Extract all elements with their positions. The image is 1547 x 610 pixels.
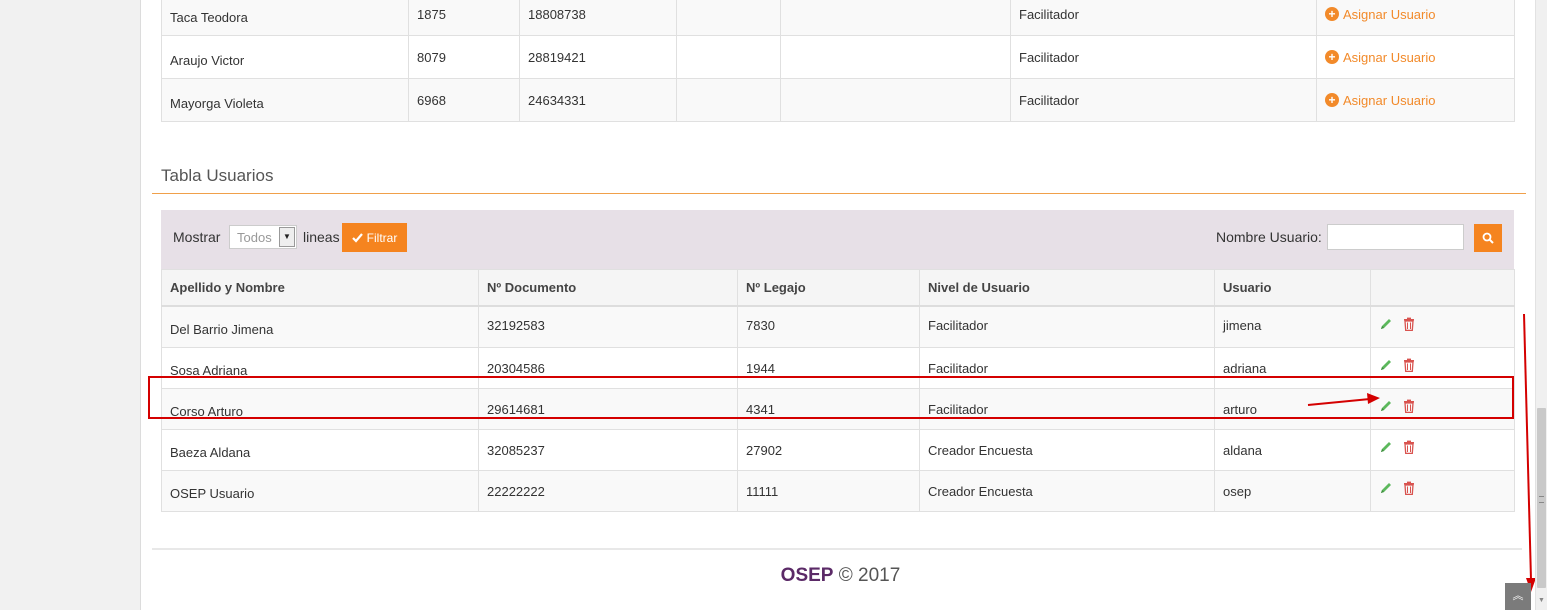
chevron-down-icon: ▼ [279,227,295,247]
nivel-cell: Facilitador [1010,78,1317,122]
lines-select-value: Todos [237,230,272,245]
filter-label: Filtrar [366,230,398,245]
nivel-cell: Facilitador [919,305,1215,348]
empty-cell [780,35,1011,79]
nivel-cell: Facilitador [1010,35,1317,79]
header-nivel[interactable]: Nivel de Usuario [919,269,1215,307]
legajo-cell: 7830 [737,305,920,348]
action-cell: + Asignar Usuario [1316,0,1515,36]
header-actions [1370,269,1515,307]
plus-circle-icon: + [1325,7,1339,22]
username-search-input[interactable] [1327,224,1464,250]
assign-user-label: Asignar Usuario [1343,49,1436,65]
documento-cell: 22222222 [478,470,738,512]
footer-divider [152,548,1522,550]
header-legajo[interactable]: Nº Legajo [737,269,920,307]
search-button[interactable] [1474,224,1502,252]
pencil-icon[interactable] [1379,358,1393,372]
row-highlight-annotation [148,376,1514,419]
empty-cell [780,0,1011,36]
usuario-cell: osep [1214,470,1371,512]
legajo-cell: 1875 [408,0,520,36]
header-name[interactable]: Apellido y Nombre [161,269,479,307]
assign-user-link[interactable]: + Asignar Usuario [1325,50,1436,65]
footer-brand: OSEP [780,565,834,586]
documento-cell: 32085237 [478,429,738,471]
actions-cell [1370,429,1515,471]
pencil-icon[interactable] [1379,440,1393,454]
show-label: Mostrar [173,229,221,245]
assign-user-link[interactable]: + Asignar Usuario [1325,93,1436,108]
action-cell: + Asignar Usuario [1316,78,1515,122]
filter-button[interactable]: Filtrar [342,223,407,252]
empty-cell [676,35,781,79]
legajo-cell: 27902 [737,429,920,471]
table-row: Baeza Aldana 32085237 27902 Creador Encu… [161,429,1515,471]
scrollbar-thumb[interactable] [1537,408,1546,588]
nivel-cell: Facilitador [1010,0,1317,36]
table-toolbar: Mostrar Todos ▼ lineas Filtrar Nombre Us… [161,210,1514,269]
assign-user-label: Asignar Usuario [1343,6,1436,22]
header-documento[interactable]: Nº Documento [478,269,738,307]
lines-select[interactable]: Todos ▼ [229,225,297,249]
table-row: Mayorga Violeta 6968 24634331 Facilitado… [161,78,1515,122]
assign-user-link[interactable]: + Asignar Usuario [1325,7,1436,22]
lines-label: lineas [303,229,340,245]
table-row: Taca Teodora 1875 18808738 Facilitador +… [161,0,1515,36]
legajo-cell: 11111 [737,470,920,512]
documento-cell: 32192583 [478,305,738,348]
nivel-cell: Creador Encuesta [919,470,1215,512]
table-row: Araujo Victor 8079 28819421 Facilitador … [161,35,1515,79]
name-cell: Del Barrio Jimena [161,305,479,348]
name-cell: Mayorga Violeta [161,78,409,122]
actions-cell [1370,305,1515,348]
assign-user-label: Asignar Usuario [1343,92,1436,108]
empty-cell [780,78,1011,122]
pencil-icon[interactable] [1379,317,1393,331]
table-row: OSEP Usuario 22222222 11111 Creador Encu… [161,470,1515,512]
search-icon [1482,232,1494,244]
empty-cell [676,78,781,122]
documento-cell: 24634331 [519,78,677,122]
back-to-top-button[interactable]: ︽ [1505,583,1531,610]
assign-users-table: Taca Teodora 1875 18808738 Facilitador +… [161,0,1515,122]
documento-cell: 28819421 [519,35,677,79]
action-cell: + Asignar Usuario [1316,35,1515,79]
usuario-cell: jimena [1214,305,1371,348]
plus-circle-icon: + [1325,50,1339,65]
nivel-cell: Creador Encuesta [919,429,1215,471]
section-divider [152,193,1526,194]
plus-circle-icon: + [1325,93,1339,108]
section-title: Tabla Usuarios [161,166,274,185]
name-cell: OSEP Usuario [161,470,479,512]
usuario-cell: aldana [1214,429,1371,471]
table-header-row: Apellido y Nombre Nº Documento Nº Legajo… [161,269,1515,307]
check-icon [351,232,363,243]
header-usuario[interactable]: Usuario [1214,269,1371,307]
legajo-cell: 8079 [408,35,520,79]
trash-icon[interactable] [1402,317,1416,331]
empty-cell [676,0,781,36]
footer-copyright: © 2017 [838,565,901,586]
search-label: Nombre Usuario: [1216,229,1322,245]
name-cell: Araujo Victor [161,35,409,79]
scroll-down-arrow[interactable]: ▼ [1537,596,1546,606]
footer: OSEP © 2017 [0,565,1547,587]
pencil-icon[interactable] [1379,481,1393,495]
actions-cell [1370,470,1515,512]
name-cell: Taca Teodora [161,0,409,36]
double-chevron-up-icon: ︽ [1512,590,1524,602]
trash-icon[interactable] [1402,481,1416,495]
table-row: Del Barrio Jimena 32192583 7830 Facilita… [161,305,1515,348]
left-gutter [0,0,141,610]
trash-icon[interactable] [1402,358,1416,372]
documento-cell: 18808738 [519,0,677,36]
legajo-cell: 6968 [408,78,520,122]
name-cell: Baeza Aldana [161,429,479,471]
trash-icon[interactable] [1402,440,1416,454]
